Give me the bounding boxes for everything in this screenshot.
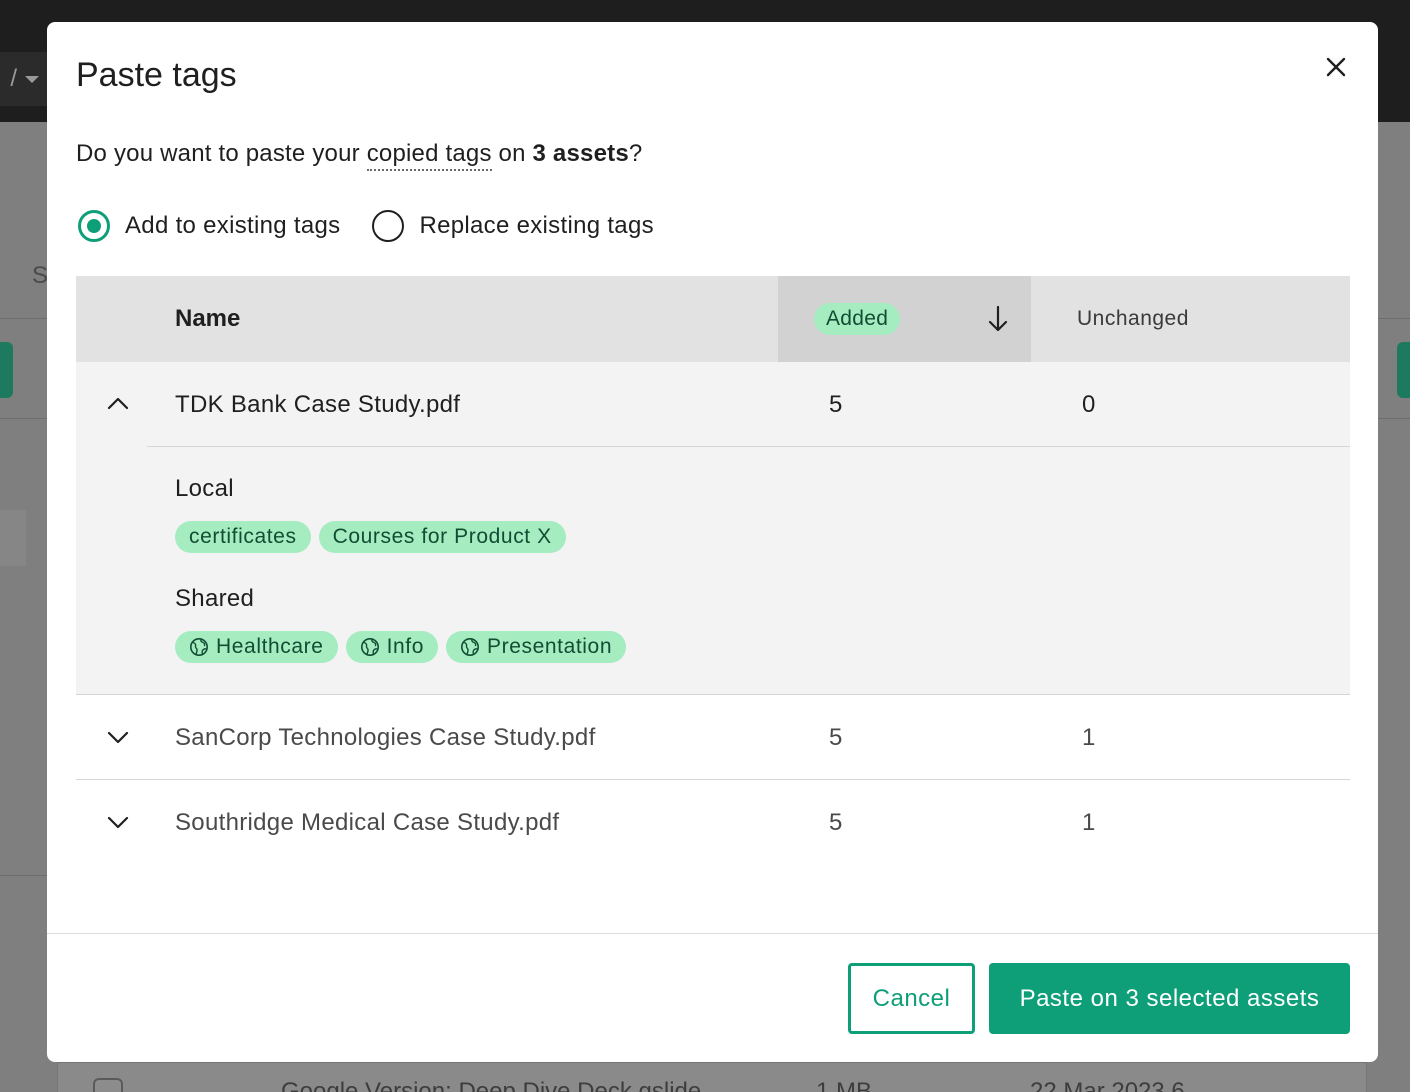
asset-count: 3 assets [532,140,629,167]
background-row-size: 1 MB [816,1078,873,1092]
paste-button[interactable]: Paste on 3 selected assets [989,963,1350,1034]
cancel-button[interactable]: Cancel [848,963,975,1034]
tag-label: Info [386,635,424,658]
close-icon [1326,57,1346,77]
row-checkbox [93,1078,123,1092]
question-suffix: ? [628,140,643,167]
globe-icon [461,638,479,656]
background-tab-label: S [32,262,49,289]
group-label-shared: Shared [175,585,255,612]
divider [0,875,47,876]
question-middle: on [491,140,533,167]
topbar-dropdown[interactable]: / [0,52,47,106]
caret-down-icon [25,75,39,83]
tag-list: certificates Courses for Product X [175,521,574,553]
tag-chip: Info [345,631,438,663]
option-label: Replace existing tags [419,212,654,239]
sort-descending-icon [988,305,1008,332]
added-badge: Added [814,303,901,335]
assets-table: Name Added Unchanged TDK Bank Case Study… [76,276,1350,865]
tag-chip: Courses for Product X [318,521,566,553]
column-header-added[interactable]: Added [778,276,1031,362]
option-add-to-existing[interactable]: Add to existing tags [78,210,340,242]
dialog-question: Do you want to paste your copied tags on… [76,140,643,171]
tag-chip: Presentation [446,631,627,663]
group-label-local: Local [175,475,234,502]
paste-tags-dialog: Paste tags Do you want to paste your cop… [47,22,1378,1062]
radio-checked-icon[interactable] [78,210,110,242]
option-label: Add to existing tags [125,212,341,239]
background-action-button [0,342,13,398]
dialog-title: Paste tags [76,56,237,94]
asset-name: TDK Bank Case Study.pdf [175,390,461,418]
chevron-down-icon [107,816,129,829]
tag-chip: Healthcare [175,631,338,663]
table-row: TDK Bank Case Study.pdf 5 0 Local certif… [76,362,1350,695]
unchanged-count: 0 [1082,390,1096,418]
background-row-name: Google Version: Deep Dive Deck gslide [281,1078,702,1092]
asset-name: Southridge Medical Case Study.pdf [175,808,560,836]
tag-label: Healthcare [216,635,324,658]
background-panel [0,510,26,566]
copied-tags-link[interactable]: copied tags [366,140,492,171]
column-header-unchanged[interactable]: Unchanged [1077,276,1189,362]
added-count: 5 [829,390,843,418]
collapse-row-button[interactable] [105,389,131,419]
tag-label: Presentation [487,635,613,658]
table-row[interactable]: SanCorp Technologies Case Study.pdf 5 1 [76,695,1350,780]
close-button[interactable] [1319,50,1353,84]
tag-list: Healthcare Info Presentation [175,631,634,663]
added-count: 5 [829,808,843,836]
unchanged-count: 1 [1082,808,1096,836]
expand-row-button[interactable] [105,807,131,837]
tag-chip: certificates [175,521,311,553]
footer-divider [47,933,1378,934]
unchanged-count: 1 [1082,723,1096,751]
background-action-button [1397,342,1410,398]
question-prefix: Do you want to paste your [76,140,367,167]
paste-mode-options: Add to existing tags Replace existing ta… [78,210,654,242]
asset-name: SanCorp Technologies Case Study.pdf [175,723,596,751]
topbar-dropdown-label: / [10,65,17,92]
background-row-date: 22 Mar 2023 6 [1030,1078,1185,1092]
table-header: Name Added Unchanged [76,276,1350,362]
shared-tags-group: Shared Healthcare Info Presentation [175,585,634,663]
option-replace-existing[interactable]: Replace existing tags [372,210,654,242]
row-summary[interactable]: TDK Bank Case Study.pdf 5 0 [107,362,1350,447]
local-tags-group: Local certificates Courses for Product X [175,475,574,553]
globe-icon [190,638,208,656]
added-count: 5 [829,723,843,751]
chevron-up-icon [107,397,129,410]
expand-row-button[interactable] [105,722,131,752]
chevron-down-icon [107,731,129,744]
globe-icon [360,638,379,656]
radio-unchecked-icon[interactable] [372,210,405,242]
column-header-name[interactable]: Name [175,276,240,362]
table-row[interactable]: Southridge Medical Case Study.pdf 5 1 [76,780,1350,865]
